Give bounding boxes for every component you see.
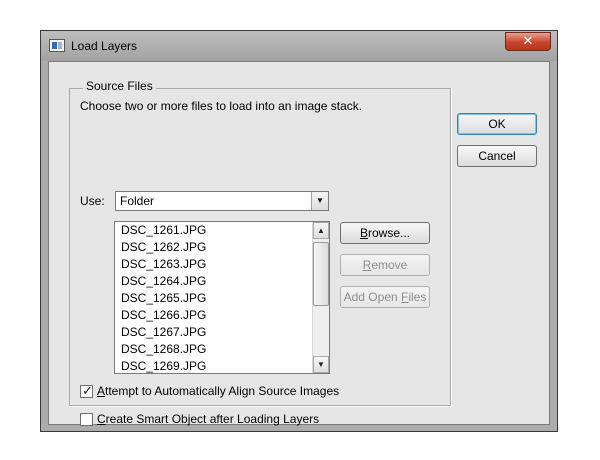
source-files-group-title: Source Files [83, 79, 156, 93]
checkmark-icon: ✓ [82, 383, 93, 398]
window-title: Load Layers [71, 39, 138, 53]
remove-mnemonic: R [362, 258, 372, 272]
align-images-label-text: ttempt to Automatically Align Source Ima… [105, 384, 340, 398]
use-dropdown-value: Folder [120, 194, 155, 208]
smart-object-checkbox[interactable] [80, 413, 93, 426]
close-button[interactable]: ✕ [505, 32, 551, 51]
file-list-item[interactable]: DSC_1265.JPG [115, 290, 311, 307]
file-list-items: DSC_1261.JPG DSC_1262.JPG DSC_1263.JPG D… [115, 222, 311, 373]
file-list-item[interactable]: DSC_1263.JPG [115, 256, 311, 273]
align-images-checkbox[interactable]: ✓ [80, 383, 93, 398]
file-list-item[interactable]: DSC_1262.JPG [115, 239, 311, 256]
file-list-item[interactable]: DSC_1261.JPG [115, 222, 311, 239]
smart-object-label[interactable]: Create Smart Object after Loading Layers [97, 412, 319, 426]
browse-mnemonic: B [359, 226, 368, 240]
align-images-mnemonic: A [97, 384, 106, 398]
title-bar[interactable]: Load Layers ✕ [41, 31, 557, 61]
cancel-button[interactable]: Cancel [457, 145, 537, 167]
file-list[interactable]: DSC_1261.JPG DSC_1262.JPG DSC_1263.JPG D… [114, 221, 330, 374]
remove-label: emove [371, 258, 408, 272]
scroll-up-button[interactable]: ▲ [313, 222, 329, 239]
load-layers-dialog: Load Layers ✕ Source Files Choose two or… [40, 30, 558, 432]
triangle-up-icon: ▲ [317, 226, 325, 235]
file-list-item[interactable]: DSC_1267.JPG [115, 324, 311, 341]
dialog-client-area: Source Files Choose two or more files to… [48, 61, 550, 426]
browse-button[interactable]: Browse... [340, 222, 430, 244]
add-open-files-label-rest: iles [408, 290, 427, 304]
file-list-scrollbar[interactable]: ▲ ▼ [312, 222, 329, 373]
ok-button[interactable]: OK [457, 113, 537, 135]
smart-object-label-text: reate Smart Object after Loading Layers [105, 412, 320, 426]
scroll-thumb[interactable] [313, 242, 329, 306]
use-dropdown[interactable]: Folder ▼ [115, 191, 329, 211]
instruction-text: Choose two or more files to load into an… [80, 99, 363, 113]
triangle-down-icon: ▼ [317, 360, 325, 369]
file-list-item[interactable]: DSC_1268.JPG [115, 341, 311, 358]
use-label: Use: [80, 194, 105, 208]
align-images-label[interactable]: Attempt to Automatically Align Source Im… [97, 384, 339, 398]
file-list-item[interactable]: DSC_1264.JPG [115, 273, 311, 290]
browse-label: rowse... [368, 226, 411, 240]
add-open-files-label-prefix: Add Open [343, 290, 401, 304]
add-open-files-button[interactable]: Add Open Files [340, 286, 430, 308]
photoshop-app-icon [49, 39, 65, 52]
scroll-down-button[interactable]: ▼ [313, 356, 329, 373]
file-list-item[interactable]: DSC_1269.JPG [115, 358, 311, 373]
close-icon: ✕ [522, 33, 534, 48]
file-list-item[interactable]: DSC_1266.JPG [115, 307, 311, 324]
smart-object-mnemonic: C [97, 412, 106, 426]
remove-button[interactable]: Remove [340, 254, 430, 276]
triangle-down-icon[interactable]: ▼ [311, 192, 328, 210]
